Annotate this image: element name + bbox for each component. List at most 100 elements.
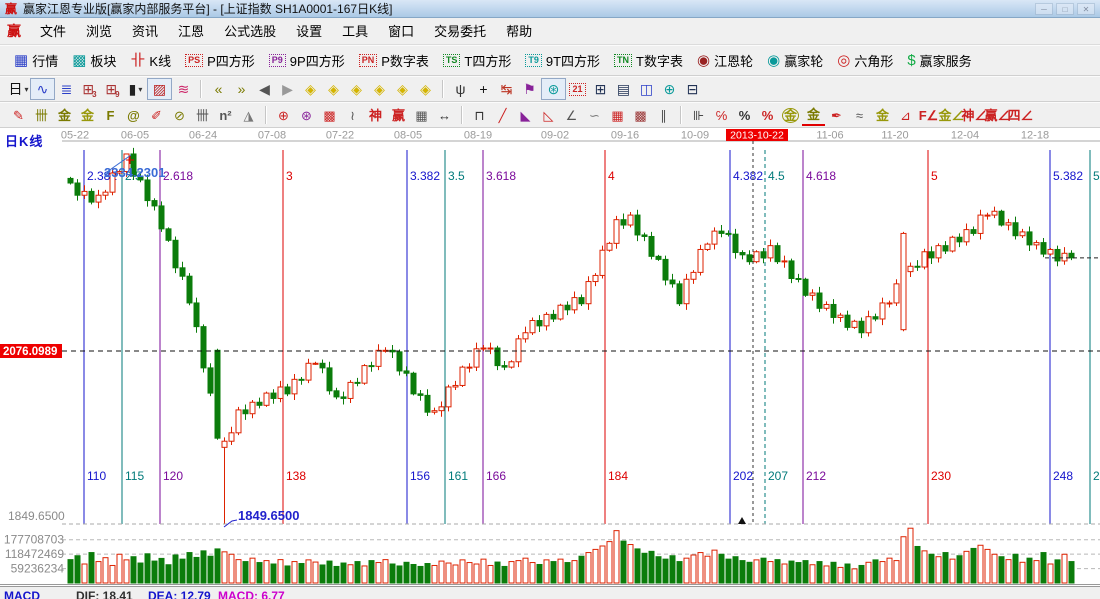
pan-hand-button[interactable]: ψ	[449, 79, 472, 99]
zigzag-button[interactable]: ∽	[583, 105, 606, 125]
brush-button[interactable]: ✎	[7, 105, 30, 125]
p-square-button[interactable]: PSP四方形	[178, 49, 262, 72]
save-button[interactable]: ◫	[635, 79, 658, 99]
network-button[interactable]: ⊕	[658, 79, 681, 99]
kline-button[interactable]: 卝K线	[123, 49, 178, 72]
t-number-table-button[interactable]: TNT数字表	[607, 49, 690, 72]
f-angle-button[interactable]: F∠	[917, 105, 940, 125]
p-number-table-button[interactable]: PNP数字表	[352, 49, 436, 72]
square-web-button[interactable]: ▩	[318, 105, 341, 125]
print-button[interactable]: ⊟	[681, 79, 704, 99]
hexagon-button[interactable]: ◎六角形	[830, 49, 900, 72]
gann-arrow-star-button[interactable]: ◈	[391, 79, 414, 99]
gann-arrow-both-button[interactable]: ◈	[345, 79, 368, 99]
sectors-button[interactable]: ▩板块	[65, 49, 123, 72]
chip-distribution-button[interactable]: ▨	[147, 78, 172, 100]
shen-angle-button[interactable]: 神∠	[963, 105, 986, 125]
gold-time-grid-button[interactable]: 金	[53, 105, 76, 125]
menu-item-news[interactable]: 资讯	[122, 21, 168, 42]
trend-angle-button[interactable]: ∠	[560, 105, 583, 125]
gold-bars-button[interactable]: 金	[871, 105, 894, 125]
quotes-button[interactable]: ▦行情	[7, 49, 65, 72]
menu-item-help[interactable]: 帮助	[496, 21, 542, 42]
chart-area[interactable]: 05-2206-0506-2407-0807-2208-0508-1909-02…	[0, 128, 1100, 598]
winner-wheel-button[interactable]: ◉赢家轮	[760, 49, 830, 72]
indicator-status-bar[interactable]: MACD DIF: 18.41 DEA: 12.79 MACD: 6.77	[0, 586, 1100, 599]
j-angle-button[interactable]: ⊿	[894, 105, 917, 125]
pct-line-button[interactable]: %	[756, 105, 779, 125]
gann-arrow-left-button[interactable]: ◈	[299, 79, 322, 99]
gann-wheel-button[interactable]: ◉江恩轮	[690, 49, 760, 72]
ray-fan-purple-button[interactable]: ◣	[514, 105, 537, 125]
menu-item-trade-entrust[interactable]: 交易委托	[424, 21, 496, 42]
prev-bar-button[interactable]: ◀	[253, 79, 276, 99]
first-page-button[interactable]: «	[207, 79, 230, 99]
ray-fan-red-button[interactable]: ╱	[491, 105, 514, 125]
gann-arrow-grid-button[interactable]: ◈	[414, 79, 437, 99]
h-measure-button[interactable]: ↔	[433, 105, 456, 125]
candlestick-chart[interactable]: 05-2206-0506-2407-0807-2208-0508-1909-02…	[0, 128, 1100, 598]
spider-web-button[interactable]: ⊛	[295, 105, 318, 125]
minimize-button[interactable]: ─	[1035, 3, 1053, 15]
menu-item-formula-stock-pick[interactable]: 公式选股	[214, 21, 286, 42]
fib-time-zone-button[interactable]: F	[99, 105, 122, 125]
next-bar-button[interactable]: ▶	[276, 79, 299, 99]
parallel-lines-button[interactable]: ∥	[652, 105, 675, 125]
intraday-chart-button[interactable]: ∿	[30, 78, 55, 100]
calculator-button[interactable]: ⊞	[589, 79, 612, 99]
spiral-button[interactable]: @	[122, 105, 145, 125]
price-scale-button[interactable]: ⊪	[687, 105, 710, 125]
angle-ruler-button[interactable]: ◮	[237, 105, 260, 125]
gold-angle-button[interactable]: 金∠	[940, 105, 963, 125]
t-square-button[interactable]: TST四方形	[436, 49, 518, 72]
9p-square-button[interactable]: P99P四方形	[262, 49, 352, 72]
multi-chart-9-button[interactable]: ⊞9	[101, 79, 124, 99]
k-wave-count-button[interactable]: ≀	[341, 105, 364, 125]
gann-circle-button[interactable]: ⊘	[168, 105, 191, 125]
ying-angle-button[interactable]: 赢∠	[986, 105, 1009, 125]
menu-item-gann[interactable]: 江恩	[168, 21, 214, 42]
shen-tool-button[interactable]: 神	[364, 105, 387, 125]
gold-circle-button[interactable]: 金	[779, 105, 802, 125]
menu-item-file[interactable]: 文件	[30, 21, 76, 42]
pct-retrace-button[interactable]: ℅	[710, 105, 733, 125]
red-grid-button[interactable]: ▦	[606, 105, 629, 125]
crosshair-button[interactable]: +	[472, 79, 495, 99]
price-volume-table-button[interactable]: ≋	[172, 79, 195, 99]
multi-chart-3-button[interactable]: ⊞3	[78, 79, 101, 99]
red-grid-2-button[interactable]: ▩	[629, 105, 652, 125]
menu-item-browse[interactable]: 浏览	[76, 21, 122, 42]
gold-time-grid-2-button[interactable]: 金	[76, 105, 99, 125]
gann-arrow-right-button[interactable]: ◈	[322, 79, 345, 99]
pattern-tool-button[interactable]: ⊛	[541, 78, 566, 100]
9t-square-button[interactable]: T99T四方形	[518, 49, 607, 72]
winner-service-button[interactable]: $赢家服务	[900, 49, 978, 72]
circle-target-button[interactable]: ⊕	[272, 105, 295, 125]
grid-123-button[interactable]: ▦	[410, 105, 433, 125]
calendar-button[interactable]: 21	[566, 79, 589, 99]
wave-tool-button[interactable]: ≈	[848, 105, 871, 125]
time-grid-button[interactable]: 卌	[30, 105, 53, 125]
maximize-button[interactable]: □	[1056, 3, 1074, 15]
notes-button[interactable]: ▤	[612, 79, 635, 99]
flag-pen-button[interactable]: ✒	[825, 105, 848, 125]
period-day-button[interactable]: 日▾	[7, 79, 30, 99]
gann-arrow-cross-button[interactable]: ◈	[368, 79, 391, 99]
mark-flag-button[interactable]: ⚑	[518, 79, 541, 99]
menu-item-window[interactable]: 窗口	[378, 21, 424, 42]
gold-hlines-button[interactable]: 金	[802, 104, 825, 126]
n-square-button[interactable]: n²	[214, 105, 237, 125]
gann-fan-button[interactable]: ◺	[537, 105, 560, 125]
four-angle-button[interactable]: 四∠	[1009, 105, 1032, 125]
box-measure-button[interactable]: ⊓	[468, 105, 491, 125]
candle-style-button[interactable]: ▮▾	[124, 79, 147, 99]
menu-item-settings[interactable]: 设置	[286, 21, 332, 42]
percent-button[interactable]: %	[733, 105, 756, 125]
menu-item-tools[interactable]: 工具	[332, 21, 378, 42]
ying-tool-button[interactable]: 赢	[387, 105, 410, 125]
close-button[interactable]: ✕	[1077, 3, 1095, 15]
pen-measure-button[interactable]: ✐	[145, 105, 168, 125]
quote-list-button[interactable]: ≣	[55, 79, 78, 99]
cycle-lines-button[interactable]: 卌	[191, 105, 214, 125]
last-page-button[interactable]: »	[230, 79, 253, 99]
